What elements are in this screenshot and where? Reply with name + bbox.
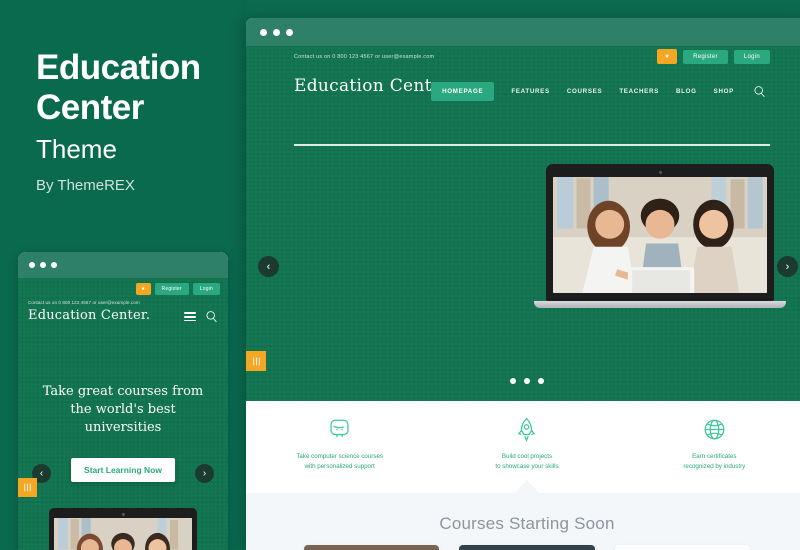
- carousel-next-button[interactable]: ›: [777, 256, 798, 277]
- nav-item-shop[interactable]: SHOP: [714, 88, 734, 95]
- promo-panel: Education Center Theme By ThemeREX ★ Reg…: [0, 0, 246, 550]
- window-dot-close[interactable]: [260, 28, 267, 36]
- mobile-next-arrow[interactable]: ›: [195, 464, 214, 483]
- course-card-list: [304, 545, 750, 550]
- utility-buttons: ★ Register Login: [657, 49, 770, 64]
- mobile-cta-button[interactable]: Start Learning Now: [71, 458, 175, 482]
- main-navigation: HOMEPAGE FEATURES COURSES TEACHERS BLOG …: [431, 82, 766, 101]
- screenshot-root: Education Center Theme By ThemeREX ★ Reg…: [0, 0, 800, 550]
- mobile-settings-tab[interactable]: [18, 478, 37, 497]
- mobile-header-icons: [184, 310, 218, 324]
- browser-window: Contact us on 0 800 123 4567 or user@exa…: [246, 18, 800, 550]
- mobile-star-button[interactable]: ★: [135, 283, 151, 295]
- feature-line2: with personalized support: [304, 463, 375, 470]
- carousel-dot-1[interactable]: [510, 378, 516, 384]
- rocket-icon: [433, 415, 620, 443]
- carousel-dot-3[interactable]: [538, 378, 544, 384]
- feature-caption-3: Earn certificates recognized by industry: [621, 452, 800, 472]
- theme-settings-tab[interactable]: [246, 351, 266, 371]
- search-icon[interactable]: [205, 310, 218, 323]
- mobile-page: ★ Register Login Contact us on 0 800 123…: [18, 278, 228, 550]
- carousel-dots: [246, 378, 800, 384]
- hero-laptop-image: [534, 164, 786, 308]
- window-dot-maximize[interactable]: [286, 28, 293, 36]
- feature-line1: Earn certificates: [692, 453, 737, 460]
- window-dot-close[interactable]: [29, 262, 35, 268]
- feature-line1: Build cool projects: [501, 453, 553, 460]
- course-card[interactable]: [304, 545, 440, 550]
- feature-item-2: Build cool projects to showcase your ski…: [433, 401, 620, 493]
- header-row: Education Center. HOMEPAGE FEATURES COUR…: [246, 70, 800, 146]
- register-button[interactable]: Register: [683, 49, 728, 64]
- laptop-base: [534, 301, 786, 308]
- hamburger-menu-icon[interactable]: [184, 310, 196, 324]
- globe-icon: [621, 415, 800, 443]
- nav-item-features[interactable]: FEATURES: [511, 88, 550, 95]
- promo-title: Education Center: [36, 48, 246, 128]
- feature-item-3: Earn certificates recognized by industry: [621, 401, 800, 493]
- feature-item-1: Take computer science courses with perso…: [246, 401, 433, 493]
- nav-item-courses[interactable]: COURSES: [567, 88, 603, 95]
- nav-item-teachers[interactable]: TEACHERS: [619, 88, 659, 95]
- hero-section: Contact us on 0 800 123 4567 or user@exa…: [246, 46, 800, 401]
- carousel-prev-button[interactable]: ‹: [258, 256, 279, 277]
- mobile-hero-heading: Take great courses from the world's best…: [42, 384, 204, 435]
- search-icon[interactable]: [753, 85, 766, 98]
- feature-line2: to showcase your skills: [495, 463, 559, 470]
- feature-caption-2: Build cool projects to showcase your ski…: [433, 452, 620, 472]
- mobile-mockup: ★ Register Login Contact us on 0 800 123…: [18, 252, 228, 550]
- contact-text: Contact us on 0 800 123 4567 or user@exa…: [294, 54, 435, 60]
- mobile-register-button[interactable]: Register: [154, 283, 189, 295]
- login-button[interactable]: Login: [733, 49, 770, 64]
- course-card[interactable]: [614, 545, 750, 550]
- promo-title-line2: Center: [36, 88, 144, 127]
- mobile-contact-text: Contact us on 0 800 123 4567 or user@exa…: [28, 300, 140, 305]
- mobile-top-buttons: ★ Register Login: [135, 283, 220, 295]
- mobile-logo[interactable]: Education Center.: [28, 308, 150, 323]
- promo-subtitle: Theme: [36, 134, 117, 164]
- course-card[interactable]: [459, 545, 595, 550]
- window-dot-minimize[interactable]: [273, 28, 280, 36]
- feature-caption-1: Take computer science courses with perso…: [246, 452, 433, 472]
- nav-item-blog[interactable]: BLOG: [676, 88, 697, 95]
- promo-title-line1: Education: [36, 48, 201, 87]
- star-button[interactable]: ★: [657, 49, 678, 64]
- laptop-camera: [658, 171, 662, 174]
- header-divider: [294, 144, 770, 146]
- website-page: Contact us on 0 800 123 4567 or user@exa…: [246, 46, 800, 550]
- feature-line2: recognized by industry: [683, 463, 746, 470]
- browser-titlebar: [246, 18, 800, 46]
- utility-bar: Contact us on 0 800 123 4567 or user@exa…: [246, 46, 800, 70]
- courses-heading: Courses Starting Soon: [439, 514, 615, 533]
- window-dot-minimize[interactable]: [40, 262, 46, 268]
- window-dot-maximize[interactable]: [51, 262, 57, 268]
- carousel-dot-2[interactable]: [524, 378, 530, 384]
- monitor-face-icon: [246, 415, 433, 443]
- mobile-login-button[interactable]: Login: [192, 283, 220, 295]
- mobile-titlebar: [18, 252, 228, 278]
- features-section: Take computer science courses with perso…: [246, 401, 800, 493]
- nav-item-homepage[interactable]: HOMEPAGE: [431, 82, 495, 101]
- mobile-laptop-image: [49, 508, 197, 550]
- promo-author: By ThemeREX: [36, 177, 135, 194]
- feature-line1: Take computer science courses: [296, 453, 383, 460]
- courses-section: Courses Starting Soon: [246, 480, 800, 550]
